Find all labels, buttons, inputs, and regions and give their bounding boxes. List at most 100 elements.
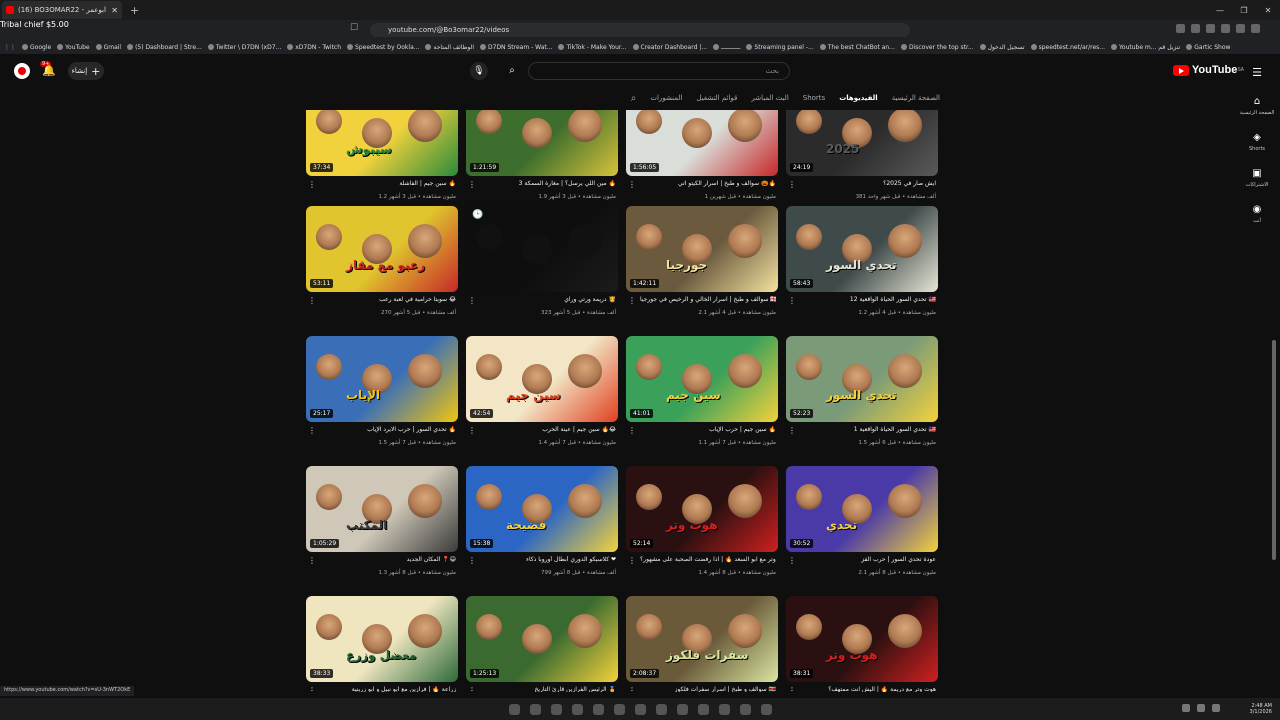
volume-icon[interactable]: [1197, 704, 1205, 712]
bookmark-item[interactable]: D7DN Stream - Wat...: [480, 44, 552, 51]
minimize-button[interactable]: —: [1208, 6, 1232, 15]
bookmark-item[interactable]: Creator Dashboard |...: [632, 44, 707, 51]
video-thumbnail[interactable]: 1:21:59: [466, 110, 618, 176]
video-thumbnail[interactable]: سيبوش 37:34: [306, 110, 458, 176]
more-options-icon[interactable]: ⋮: [628, 426, 636, 435]
video-card[interactable]: جورجيا 1:42:11 ⋮ سوالف و طبخ | اسرار الخالي…: [626, 206, 780, 330]
watch-later-icon[interactable]: 🕒: [472, 210, 483, 220]
more-options-icon[interactable]: ⋮: [308, 686, 316, 692]
maximize-button[interactable]: ❐: [1232, 6, 1256, 15]
video-title[interactable]: هوت وتر مع ابو السعد 🔥 | اذا رفضت الصحبة…: [640, 556, 776, 563]
video-title[interactable]: سوالف و طبخ | اسرار الكيتو اتي 🎃🔥: [640, 180, 776, 187]
bookmark-item[interactable]: Streaming panel -...: [746, 44, 814, 51]
video-thumbnail[interactable]: الإياب 25:17: [306, 336, 458, 422]
bookmark-item[interactable]: Gmail: [95, 44, 121, 51]
bell-icon[interactable]: 🔔: [42, 64, 56, 77]
extension-icon[interactable]: [1236, 24, 1245, 33]
guide-item[interactable]: ▣ الاشتراكات: [1246, 168, 1269, 188]
more-options-icon[interactable]: ⋮: [788, 296, 796, 305]
video-title[interactable]: تحدي السور الحياة الواقعية 1 🇲🇾: [800, 426, 936, 433]
close-tab-icon[interactable]: ✕: [111, 6, 118, 15]
app-icon[interactable]: [697, 703, 709, 715]
app-icon[interactable]: [550, 703, 562, 715]
profile-icon[interactable]: [1251, 24, 1260, 33]
bookmark-item[interactable]: Google: [22, 44, 51, 51]
app-icon[interactable]: [571, 703, 583, 715]
app-icon[interactable]: [634, 703, 646, 715]
video-card[interactable]: معضل وزرع 38:33 ⋮ زراعة 🔥 | فرازين مع ابو ن…: [306, 596, 460, 692]
video-card[interactable]: هوت وتر 52:14 ⋮ هوت وتر مع ابو السعد 🔥 | اذ…: [626, 466, 780, 590]
more-options-icon[interactable]: ⋮: [788, 686, 796, 692]
battery-icon[interactable]: [1212, 704, 1220, 712]
video-card[interactable]: رعبو مع مقاز 53:11 ⋮ سويتا حرامية في لعبة ر…: [306, 206, 460, 330]
guide-item[interactable]: ⌂ الصفحة الرئيسية: [1240, 96, 1275, 116]
video-title[interactable]: كلاسيكو الدوري أبطال أوروبا ذكاء ❤: [480, 556, 616, 563]
bookmark-item[interactable]: (5) Dashboard | Stre...: [127, 44, 202, 51]
video-title[interactable]: سين جيم | الفاشلة 🔥: [320, 180, 456, 187]
bookmark-star-icon[interactable]: ☐: [350, 23, 358, 33]
youtube-logo[interactable]: YouTube SA: [1172, 64, 1244, 76]
more-options-icon[interactable]: ⋮: [468, 296, 476, 305]
video-thumbnail[interactable]: فضيحة 15:38: [466, 466, 618, 552]
bookmark-item[interactable]: The best ChatBot an...: [819, 44, 895, 51]
video-thumbnail[interactable]: تحدي 30:52: [786, 466, 938, 552]
channel-tab[interactable]: قوائم التشغيل: [696, 94, 737, 102]
video-title[interactable]: هوت وتر مع دريمة 🔥 | اليش انت ممتهف؟: [800, 686, 936, 692]
video-title[interactable]: زراعة 🔥 | فرازين مع ابو نبيل و ابو زريني…: [320, 686, 456, 692]
more-options-icon[interactable]: ⋮: [308, 426, 316, 435]
bookmark-item[interactable]: Youtube m... تنزيل قم: [1111, 44, 1180, 51]
more-options-icon[interactable]: ⋮: [628, 556, 636, 565]
video-title[interactable]: تحدي السور الحياة الواقعية 12 🇲🇾: [800, 296, 936, 303]
guide-item[interactable]: ◈ Shorts: [1249, 132, 1265, 152]
video-card[interactable]: سفرات فلكوز 2:08:37 ⋮ سوالف و طبخ | اسرار س…: [626, 596, 780, 692]
more-options-icon[interactable]: ⋮: [788, 556, 796, 565]
video-thumbnail[interactable]: تحدي السور 52:23: [786, 336, 938, 422]
scrollbar[interactable]: [1272, 340, 1276, 560]
extension-icon[interactable]: [1176, 24, 1185, 33]
app-icon[interactable]: [592, 703, 604, 715]
bookmark-item[interactable]: تسجيل الدخول: [979, 44, 1025, 51]
bookmark-item[interactable]: Gartic Show: [1186, 44, 1230, 51]
video-title[interactable]: تحدي السور | حرب الايرد الإياب 🔥: [320, 426, 456, 433]
video-card[interactable]: تحدي السور 52:23 ⋮ تحدي السور الحياة الواقع…: [786, 336, 940, 460]
video-thumbnail[interactable]: رعبو مع مقاز 53:11: [306, 206, 458, 292]
avatar[interactable]: [14, 63, 30, 79]
extension-icon[interactable]: [1206, 24, 1215, 33]
bookmark-item[interactable]: xD7DN - Twitch: [287, 44, 341, 51]
video-thumbnail[interactable]: هوت وتر 38:31: [786, 596, 938, 682]
bookmark-item[interactable]: Twitter \ D7DN (xD7...: [207, 44, 281, 51]
video-thumbnail[interactable]: هوت وتر 52:14: [626, 466, 778, 552]
browser-tab[interactable]: (16) BO3OMAR22 - ابوعمر - YouTube ✕: [2, 1, 122, 19]
video-thumbnail[interactable]: المكتب 1:05:29: [306, 466, 458, 552]
more-options-icon[interactable]: ⋮: [628, 686, 636, 692]
app-icon[interactable]: [655, 703, 667, 715]
video-title[interactable]: عودة تحدي السور | حرب الفز: [800, 556, 936, 563]
video-card[interactable]: سين جيم 42:54 ⋮ سين جيم | عينة الحرب 🔥😂 1.4 …: [466, 336, 620, 460]
video-card[interactable]: المكتب 1:05:29 ⋮ المكان الجديد 📍😄 1.3 مليون …: [306, 466, 460, 590]
video-thumbnail[interactable]: تحدي السور 58:43: [786, 206, 938, 292]
more-options-icon[interactable]: ⋮: [308, 556, 316, 565]
create-button[interactable]: إنشاء +: [68, 62, 104, 80]
video-card[interactable]: الإياب 25:17 ⋮ تحدي السور | حرب الايرد الإي…: [306, 336, 460, 460]
menu-icon[interactable]: ☰: [1252, 66, 1262, 79]
more-options-icon[interactable]: ⋮: [628, 296, 636, 305]
guide-item[interactable]: ◉ أنت: [1253, 204, 1262, 224]
channel-tab[interactable]: الصفحة الرئيسية: [892, 94, 940, 102]
video-title[interactable]: الرئيس الفرازين قارئ التاريخ 🏅: [480, 686, 616, 692]
video-title[interactable]: سين جيم | عينة الحرب 🔥😂: [480, 426, 616, 433]
video-title[interactable]: سين جيم | حرب الإياب 🔥: [640, 426, 776, 433]
more-options-icon[interactable]: ⋮: [468, 686, 476, 692]
more-options-icon[interactable]: ⋮: [628, 180, 636, 189]
video-thumbnail[interactable]: سفرات فلكوز 2:08:37: [626, 596, 778, 682]
video-thumbnail[interactable]: 1:25:13: [466, 596, 618, 682]
video-thumbnail[interactable]: سين جيم 41:01: [626, 336, 778, 422]
search-icon[interactable]: ⌕: [500, 62, 524, 80]
apps-icon[interactable]: ⋮⋮: [4, 44, 16, 51]
bookmark-item[interactable]: TikTok - Make Your...: [558, 44, 627, 51]
bookmark-item[interactable]: YouTube: [57, 44, 90, 51]
video-card[interactable]: 1:25:13 ⋮ الرئيس الفرازين قارئ التاريخ 🏅: [466, 596, 620, 692]
app-icon[interactable]: [676, 703, 688, 715]
video-card[interactable]: 🕒 ⋮ دريمة ورتي وراي 👸 323 ألف مشاهدة • قبل …: [466, 206, 620, 330]
bookmark-item[interactable]: الوظائف المتاحة: [425, 44, 474, 51]
app-icon[interactable]: [718, 703, 730, 715]
